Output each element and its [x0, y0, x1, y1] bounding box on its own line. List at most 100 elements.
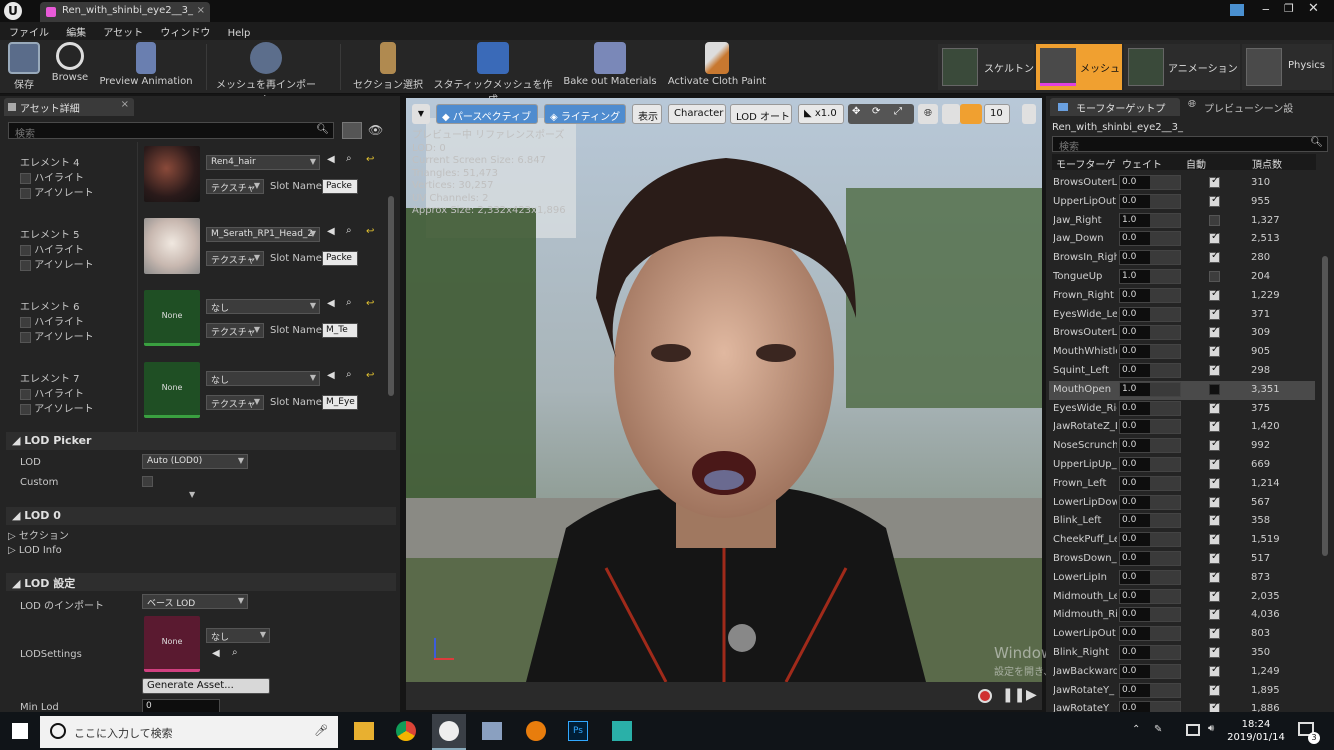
- highlight-checkbox[interactable]: [20, 388, 31, 400]
- windows-start-icon[interactable]: [12, 723, 28, 739]
- morph-target-row[interactable]: JawRotateY_ 0.0 1,895: [1049, 682, 1315, 701]
- material-combo[interactable]: Ren4_hair: [206, 155, 320, 170]
- use-selected-arrow-icon[interactable]: ◀: [212, 648, 220, 659]
- material-thumbnail-head[interactable]: [144, 218, 200, 274]
- morph-target-row[interactable]: Jaw_Down 0.0 2,513: [1049, 230, 1315, 249]
- column-auto[interactable]: 自動: [1186, 156, 1206, 171]
- reset-icon[interactable]: ↩: [366, 226, 374, 237]
- weight-field[interactable]: 0.0: [1119, 306, 1181, 322]
- lod-settings-combo[interactable]: なし: [206, 628, 270, 643]
- save-button[interactable]: 保存: [6, 42, 42, 92]
- weight-field[interactable]: 0.0: [1119, 438, 1181, 454]
- texture-button[interactable]: テクスチャ: [206, 251, 264, 266]
- reset-icon[interactable]: ↩: [366, 370, 374, 381]
- world-local-icon[interactable]: 🌐︎: [918, 104, 938, 124]
- close-tab-icon[interactable]: ×: [197, 5, 205, 16]
- morph-target-row[interactable]: NoseScrunch0.0 992: [1049, 437, 1315, 456]
- use-selected-arrow-icon[interactable]: ◀: [327, 226, 335, 237]
- auto-checkbox[interactable]: [1209, 645, 1220, 658]
- morph-target-row[interactable]: LowerLipOut0.0 803: [1049, 625, 1315, 644]
- browse-asset-icon[interactable]: ⌕: [346, 225, 352, 236]
- blender-icon[interactable]: [526, 721, 546, 741]
- grid-snap-icon[interactable]: [960, 104, 982, 124]
- weight-field[interactable]: 0.0: [1119, 231, 1181, 247]
- lod0-header[interactable]: ◢ LOD 0: [6, 507, 396, 525]
- weight-field[interactable]: 0.0: [1119, 551, 1181, 566]
- menu-edit[interactable]: 編集: [59, 22, 93, 41]
- lod-settings-thumbnail[interactable]: None: [144, 616, 200, 672]
- morph-target-row[interactable]: LowerLipIn 0.0 873: [1049, 569, 1315, 588]
- use-selected-arrow-icon[interactable]: ◀: [327, 298, 335, 309]
- tab-preview-scene[interactable]: 🌐︎ プレビューシーン設: [1184, 98, 1330, 116]
- slot-name-field[interactable]: Packe: [322, 179, 358, 194]
- use-selected-arrow-icon[interactable]: ◀: [327, 154, 335, 165]
- weight-field[interactable]: 0.0: [1119, 175, 1181, 190]
- morph-target-row[interactable]: MouthOpen 1.0 3,351: [1049, 380, 1315, 400]
- morph-target-row[interactable]: EyesWide_Left0.0 371: [1049, 306, 1315, 325]
- menu-file[interactable]: ファイル: [2, 22, 56, 41]
- auto-checkbox[interactable]: [1209, 194, 1220, 207]
- app-icon[interactable]: [482, 722, 502, 740]
- show-button[interactable]: 表示: [632, 104, 662, 124]
- morph-target-row[interactable]: BrowsDown_L0.0 517: [1049, 550, 1315, 569]
- isolate-checkbox[interactable]: [20, 331, 31, 343]
- morph-target-row[interactable]: Jaw_Right 1.0 1,327: [1049, 212, 1315, 231]
- morph-target-row[interactable]: JawBackward0.0 1,249: [1049, 663, 1315, 682]
- auto-checkbox[interactable]: [1209, 495, 1220, 508]
- grid-size-button[interactable]: 10: [984, 104, 1010, 124]
- notification-icon[interactable]: [1230, 4, 1244, 16]
- isolate-checkbox[interactable]: [20, 259, 31, 271]
- taskbar-search-input[interactable]: ここに入力して検索 🎤︎: [40, 716, 338, 748]
- pause-icon[interactable]: ❚❚: [1002, 687, 1025, 703]
- weight-field[interactable]: 0.0: [1119, 626, 1181, 642]
- auto-checkbox[interactable]: [1209, 175, 1220, 188]
- auto-checkbox[interactable]: [1209, 307, 1220, 320]
- morph-target-row[interactable]: MouthWhistle0.0 905: [1049, 343, 1315, 362]
- browse-button[interactable]: Browse: [48, 42, 92, 92]
- auto-checkbox[interactable]: [1209, 325, 1220, 339]
- material-combo[interactable]: なし: [206, 371, 320, 386]
- details-search-input[interactable]: 検索 🔍︎: [8, 122, 334, 140]
- auto-checkbox[interactable]: [1209, 551, 1220, 564]
- reimport-mesh-button[interactable]: メッシュを再インポート: [212, 42, 320, 106]
- auto-checkbox[interactable]: [1209, 271, 1220, 282]
- auto-checkbox[interactable]: [1209, 626, 1220, 640]
- document-tab[interactable]: Ren_with_shinbi_eye2__3_ ×: [40, 2, 210, 22]
- auto-checkbox[interactable]: [1209, 383, 1220, 395]
- auto-checkbox[interactable]: [1209, 344, 1220, 358]
- viewport-layout-button[interactable]: [1022, 104, 1036, 124]
- weight-field[interactable]: 0.0: [1119, 325, 1181, 341]
- weight-field[interactable]: 0.0: [1119, 457, 1181, 472]
- mode-physics-button[interactable]: Physics: [1242, 44, 1332, 90]
- auto-checkbox[interactable]: [1209, 231, 1220, 245]
- texture-button[interactable]: テクスチャ: [206, 323, 264, 338]
- weight-field[interactable]: 0.0: [1119, 588, 1181, 604]
- morph-target-row[interactable]: Midmouth_Le0.0 2,035: [1049, 588, 1315, 607]
- custom-lod-checkbox[interactable]: [142, 476, 153, 487]
- weight-field[interactable]: 0.0: [1119, 287, 1181, 303]
- morph-target-row[interactable]: LowerLipDow0.0 567: [1049, 494, 1315, 513]
- highlight-checkbox[interactable]: [20, 316, 31, 328]
- morph-target-row[interactable]: UpperLipUp_L0.0 669: [1049, 456, 1315, 475]
- app2-icon[interactable]: [612, 721, 632, 741]
- morph-target-row[interactable]: TongueUp 1.0 204: [1049, 268, 1315, 287]
- close-window-icon[interactable]: ✕: [1308, 1, 1319, 16]
- morph-target-row[interactable]: CheekPuff_Le0.0 1,519: [1049, 531, 1315, 550]
- volume-icon[interactable]: 🔊︎: [1208, 723, 1214, 734]
- weight-field[interactable]: 0.0: [1119, 682, 1181, 698]
- material-combo[interactable]: M_Serath_RP1_Head_2: [206, 227, 320, 242]
- highlight-checkbox[interactable]: [20, 244, 31, 256]
- record-icon[interactable]: [978, 689, 992, 703]
- morph-target-row[interactable]: Squint_Left 0.0 298: [1049, 362, 1315, 381]
- preview-animation-button[interactable]: Preview Animation: [96, 42, 196, 92]
- weight-field[interactable]: 0.0: [1119, 569, 1181, 585]
- morph-target-row[interactable]: BrowsOuterLo0.0 309: [1049, 324, 1315, 343]
- lighting-button[interactable]: ◈ ライティング: [544, 104, 626, 124]
- morph-search-input[interactable]: 検索 🔍︎: [1052, 136, 1328, 153]
- minimize-icon[interactable]: ‒: [1262, 2, 1270, 16]
- use-selected-arrow-icon[interactable]: ◀: [327, 370, 335, 381]
- weight-field[interactable]: 0.0: [1119, 250, 1181, 266]
- morph-target-row[interactable]: Blink_Left 0.0 358: [1049, 512, 1315, 531]
- auto-checkbox[interactable]: [1209, 570, 1220, 583]
- taskbar-clock[interactable]: 18:24 2019/01/14: [1226, 718, 1286, 744]
